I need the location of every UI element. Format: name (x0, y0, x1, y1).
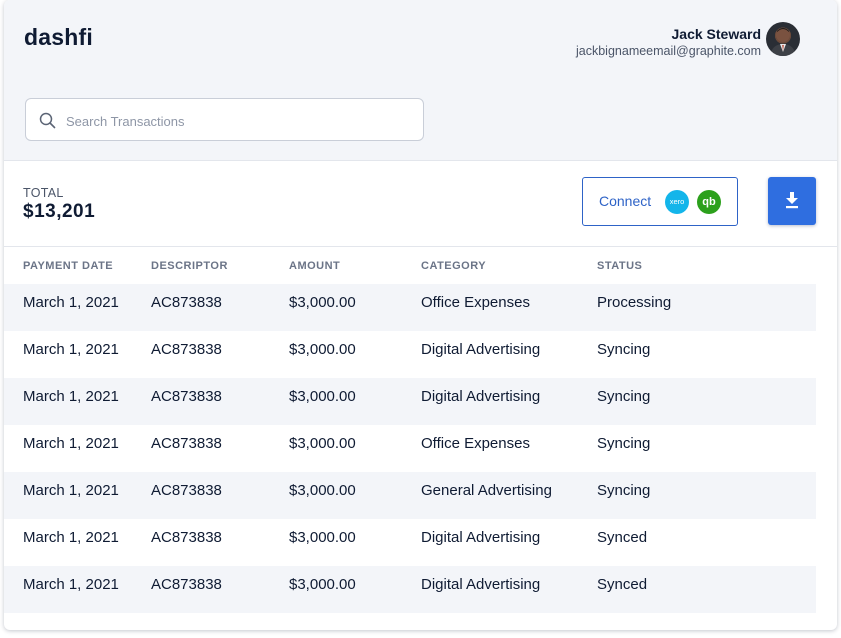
search-icon (39, 112, 56, 129)
cell-descriptor: AC873838 (151, 435, 222, 452)
table-row[interactable]: March 1, 2021 AC873838 $3,000.00 General… (4, 472, 816, 519)
download-button[interactable] (768, 177, 816, 225)
cell-descriptor: AC873838 (151, 388, 222, 405)
cell-amount: $3,000.00 (289, 341, 356, 358)
cell-category: Digital Advertising (421, 388, 541, 405)
cell-category: Digital Advertising (421, 529, 541, 546)
cell-status: Syncing (597, 435, 651, 452)
cell-status: Processing (597, 294, 672, 311)
cell-descriptor: AC873838 (151, 576, 222, 593)
cell-amount: $3,000.00 (289, 529, 356, 546)
table-row[interactable]: March 1, 2021 AC873838 $3,000.00 Digital… (4, 519, 816, 566)
user-name: Jack Steward (671, 26, 762, 42)
avatar[interactable] (766, 22, 800, 56)
transactions-table: March 1, 2021 AC873838 $3,000.00 Office … (4, 284, 837, 613)
cell-payment-date: March 1, 2021 (23, 576, 119, 593)
total-label: TOTAL (23, 186, 64, 200)
cell-descriptor: AC873838 (151, 529, 222, 546)
brand-logo[interactable]: dashfi (24, 24, 93, 51)
cell-category: Digital Advertising (421, 576, 541, 593)
cell-status: Syncing (597, 388, 651, 405)
cell-amount: $3,000.00 (289, 388, 356, 405)
column-header-descriptor[interactable]: DESCRIPTOR (151, 260, 228, 272)
transactions-card: dashfi Jack Steward jackbignameemail@gra… (4, 0, 837, 630)
cell-descriptor: AC873838 (151, 341, 222, 358)
download-icon (786, 192, 798, 209)
cell-status: Syncing (597, 341, 651, 358)
avatar-icon (770, 28, 796, 56)
table-row[interactable]: March 1, 2021 AC873838 $3,000.00 Digital… (4, 331, 816, 378)
total-value: $13,201 (23, 201, 96, 222)
xero-icon: xero (665, 190, 689, 214)
cell-descriptor: AC873838 (151, 294, 222, 311)
column-header-amount[interactable]: AMOUNT (289, 260, 340, 272)
cell-category: Digital Advertising (421, 341, 541, 358)
table-row[interactable]: March 1, 2021 AC873838 $3,000.00 Digital… (4, 378, 816, 425)
cell-status: Synced (597, 529, 648, 546)
search-input[interactable] (64, 107, 408, 135)
user-info: Jack Steward jackbignameemail@graphite.c… (576, 22, 761, 58)
cell-status: Syncing (597, 482, 651, 499)
search-box[interactable] (25, 98, 424, 141)
table-row[interactable]: March 1, 2021 AC873838 $3,000.00 Digital… (4, 566, 816, 613)
cell-amount: $3,000.00 (289, 294, 356, 311)
cell-category: General Advertising (421, 482, 552, 499)
cell-amount: $3,000.00 (289, 435, 356, 452)
cell-payment-date: March 1, 2021 (23, 435, 119, 452)
cell-category: Office Expenses (421, 435, 530, 452)
table-row[interactable]: March 1, 2021 AC873838 $3,000.00 Office … (4, 284, 816, 331)
column-header-payment-date[interactable]: PAYMENT DATE (23, 260, 113, 272)
connect-button[interactable]: Connect xero qb (582, 177, 738, 226)
cell-status: Synced (597, 576, 648, 593)
user-email: jackbignameemail@graphite.com (576, 44, 761, 58)
quickbooks-icon: qb (697, 190, 721, 214)
summary-bar: TOTAL $13,201 Connect xero qb (4, 161, 837, 247)
cell-payment-date: March 1, 2021 (23, 482, 119, 499)
cell-payment-date: March 1, 2021 (23, 294, 119, 311)
connect-label: Connect (599, 193, 652, 209)
cell-descriptor: AC873838 (151, 482, 222, 499)
column-header-category[interactable]: CATEGORY (421, 260, 486, 272)
cell-payment-date: March 1, 2021 (23, 341, 119, 358)
cell-payment-date: March 1, 2021 (23, 529, 119, 546)
cell-amount: $3,000.00 (289, 576, 356, 593)
cell-category: Office Expenses (421, 294, 530, 311)
cell-payment-date: March 1, 2021 (23, 388, 119, 405)
table-header: PAYMENT DATE DESCRIPTOR AMOUNT CATEGORY … (4, 260, 837, 280)
header-area: dashfi Jack Steward jackbignameemail@gra… (4, 0, 837, 161)
table-row[interactable]: March 1, 2021 AC873838 $3,000.00 Office … (4, 425, 816, 472)
column-header-status[interactable]: STATUS (597, 260, 642, 272)
cell-amount: $3,000.00 (289, 482, 356, 499)
